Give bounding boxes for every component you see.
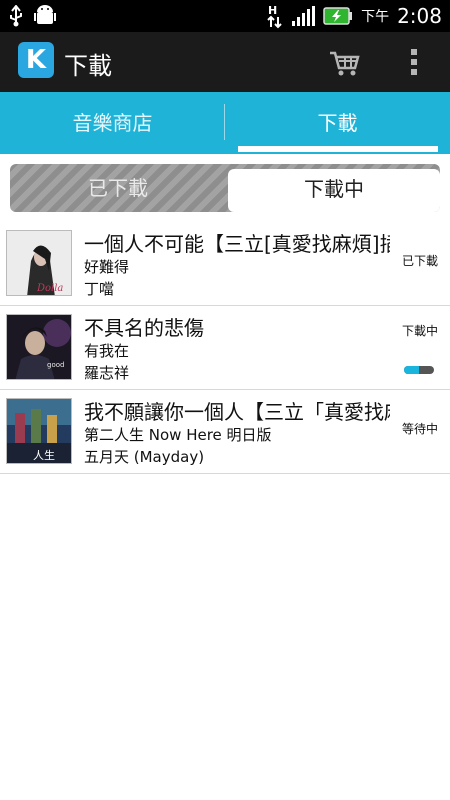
- album-cover-image: 人生: [6, 398, 72, 464]
- app-logo-icon[interactable]: K: [18, 42, 54, 78]
- download-progress-bar: [404, 366, 434, 374]
- signal-icon: [292, 6, 316, 26]
- battery-charging-icon: [323, 7, 353, 25]
- overflow-menu-button[interactable]: [400, 44, 428, 80]
- tab-bar: 音樂商店 下載: [0, 92, 450, 154]
- download-progress-fill: [404, 366, 419, 374]
- tab-music-store[interactable]: 音樂商店: [0, 92, 225, 154]
- segment-downloaded[interactable]: 已下載: [10, 164, 226, 212]
- album-name: 好難得: [84, 258, 130, 276]
- album-cover-image: Dolla: [6, 230, 72, 296]
- overflow-menu-icon: [411, 49, 417, 75]
- artist-name: 五月天 (Mayday): [84, 448, 205, 466]
- usb-icon: [10, 5, 22, 27]
- album-name: 有我在: [84, 342, 130, 360]
- svg-text:人生: 人生: [33, 448, 55, 462]
- page-title: 下載: [64, 52, 112, 80]
- status-bar: H 下午 2:08: [0, 0, 450, 32]
- cart-button[interactable]: [326, 44, 362, 80]
- action-bar: K 下載: [0, 32, 450, 92]
- segment-downloading[interactable]: 下載中: [228, 169, 440, 212]
- album-name: 第二人生 Now Here 明日版: [84, 426, 272, 444]
- svg-text:Dolla: Dolla: [36, 283, 63, 294]
- song-title: 一個人不可能【三立[真愛找麻煩]插: [84, 232, 390, 256]
- download-status: 等待中: [401, 422, 438, 436]
- android-debug-icon: [34, 5, 56, 24]
- status-time: 2:08: [397, 4, 442, 28]
- download-list: Dolla 一個人不可能【三立[真愛找麻煩]插 好難得 丁噹 已下載 good …: [0, 222, 450, 474]
- list-item[interactable]: 人生 我不願讓你一個人【三立「真愛找麻 第二人生 Now Here 明日版 五月…: [0, 390, 450, 474]
- hspa-data-icon: H: [267, 4, 282, 29]
- cart-icon: [330, 51, 360, 76]
- download-status: 已下載: [401, 254, 438, 268]
- download-status: 下載中: [401, 324, 438, 338]
- svg-text:good: good: [47, 361, 64, 369]
- download-filter-segment: 已下載 下載中: [10, 164, 440, 212]
- song-title: 不具名的悲傷: [84, 316, 204, 340]
- tab-downloads[interactable]: 下載: [225, 92, 450, 154]
- song-title: 我不願讓你一個人【三立「真愛找麻: [84, 400, 390, 424]
- artist-name: 羅志祥: [84, 364, 130, 382]
- artist-name: 丁噹: [84, 280, 115, 298]
- svg-text:H: H: [268, 4, 277, 17]
- list-item[interactable]: Dolla 一個人不可能【三立[真愛找麻煩]插 好難得 丁噹 已下載: [0, 222, 450, 306]
- status-ampm: 下午: [361, 9, 390, 25]
- active-tab-indicator: [238, 146, 438, 152]
- album-cover-image: good: [6, 314, 72, 380]
- list-item[interactable]: good 不具名的悲傷 有我在 羅志祥 下載中: [0, 306, 450, 390]
